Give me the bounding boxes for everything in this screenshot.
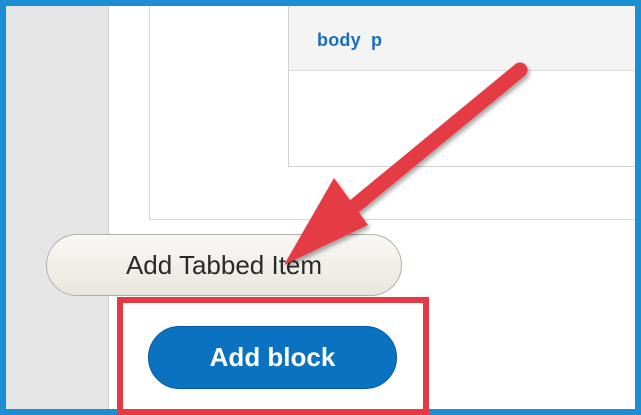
annotation-arrow-icon: [284, 62, 528, 265]
